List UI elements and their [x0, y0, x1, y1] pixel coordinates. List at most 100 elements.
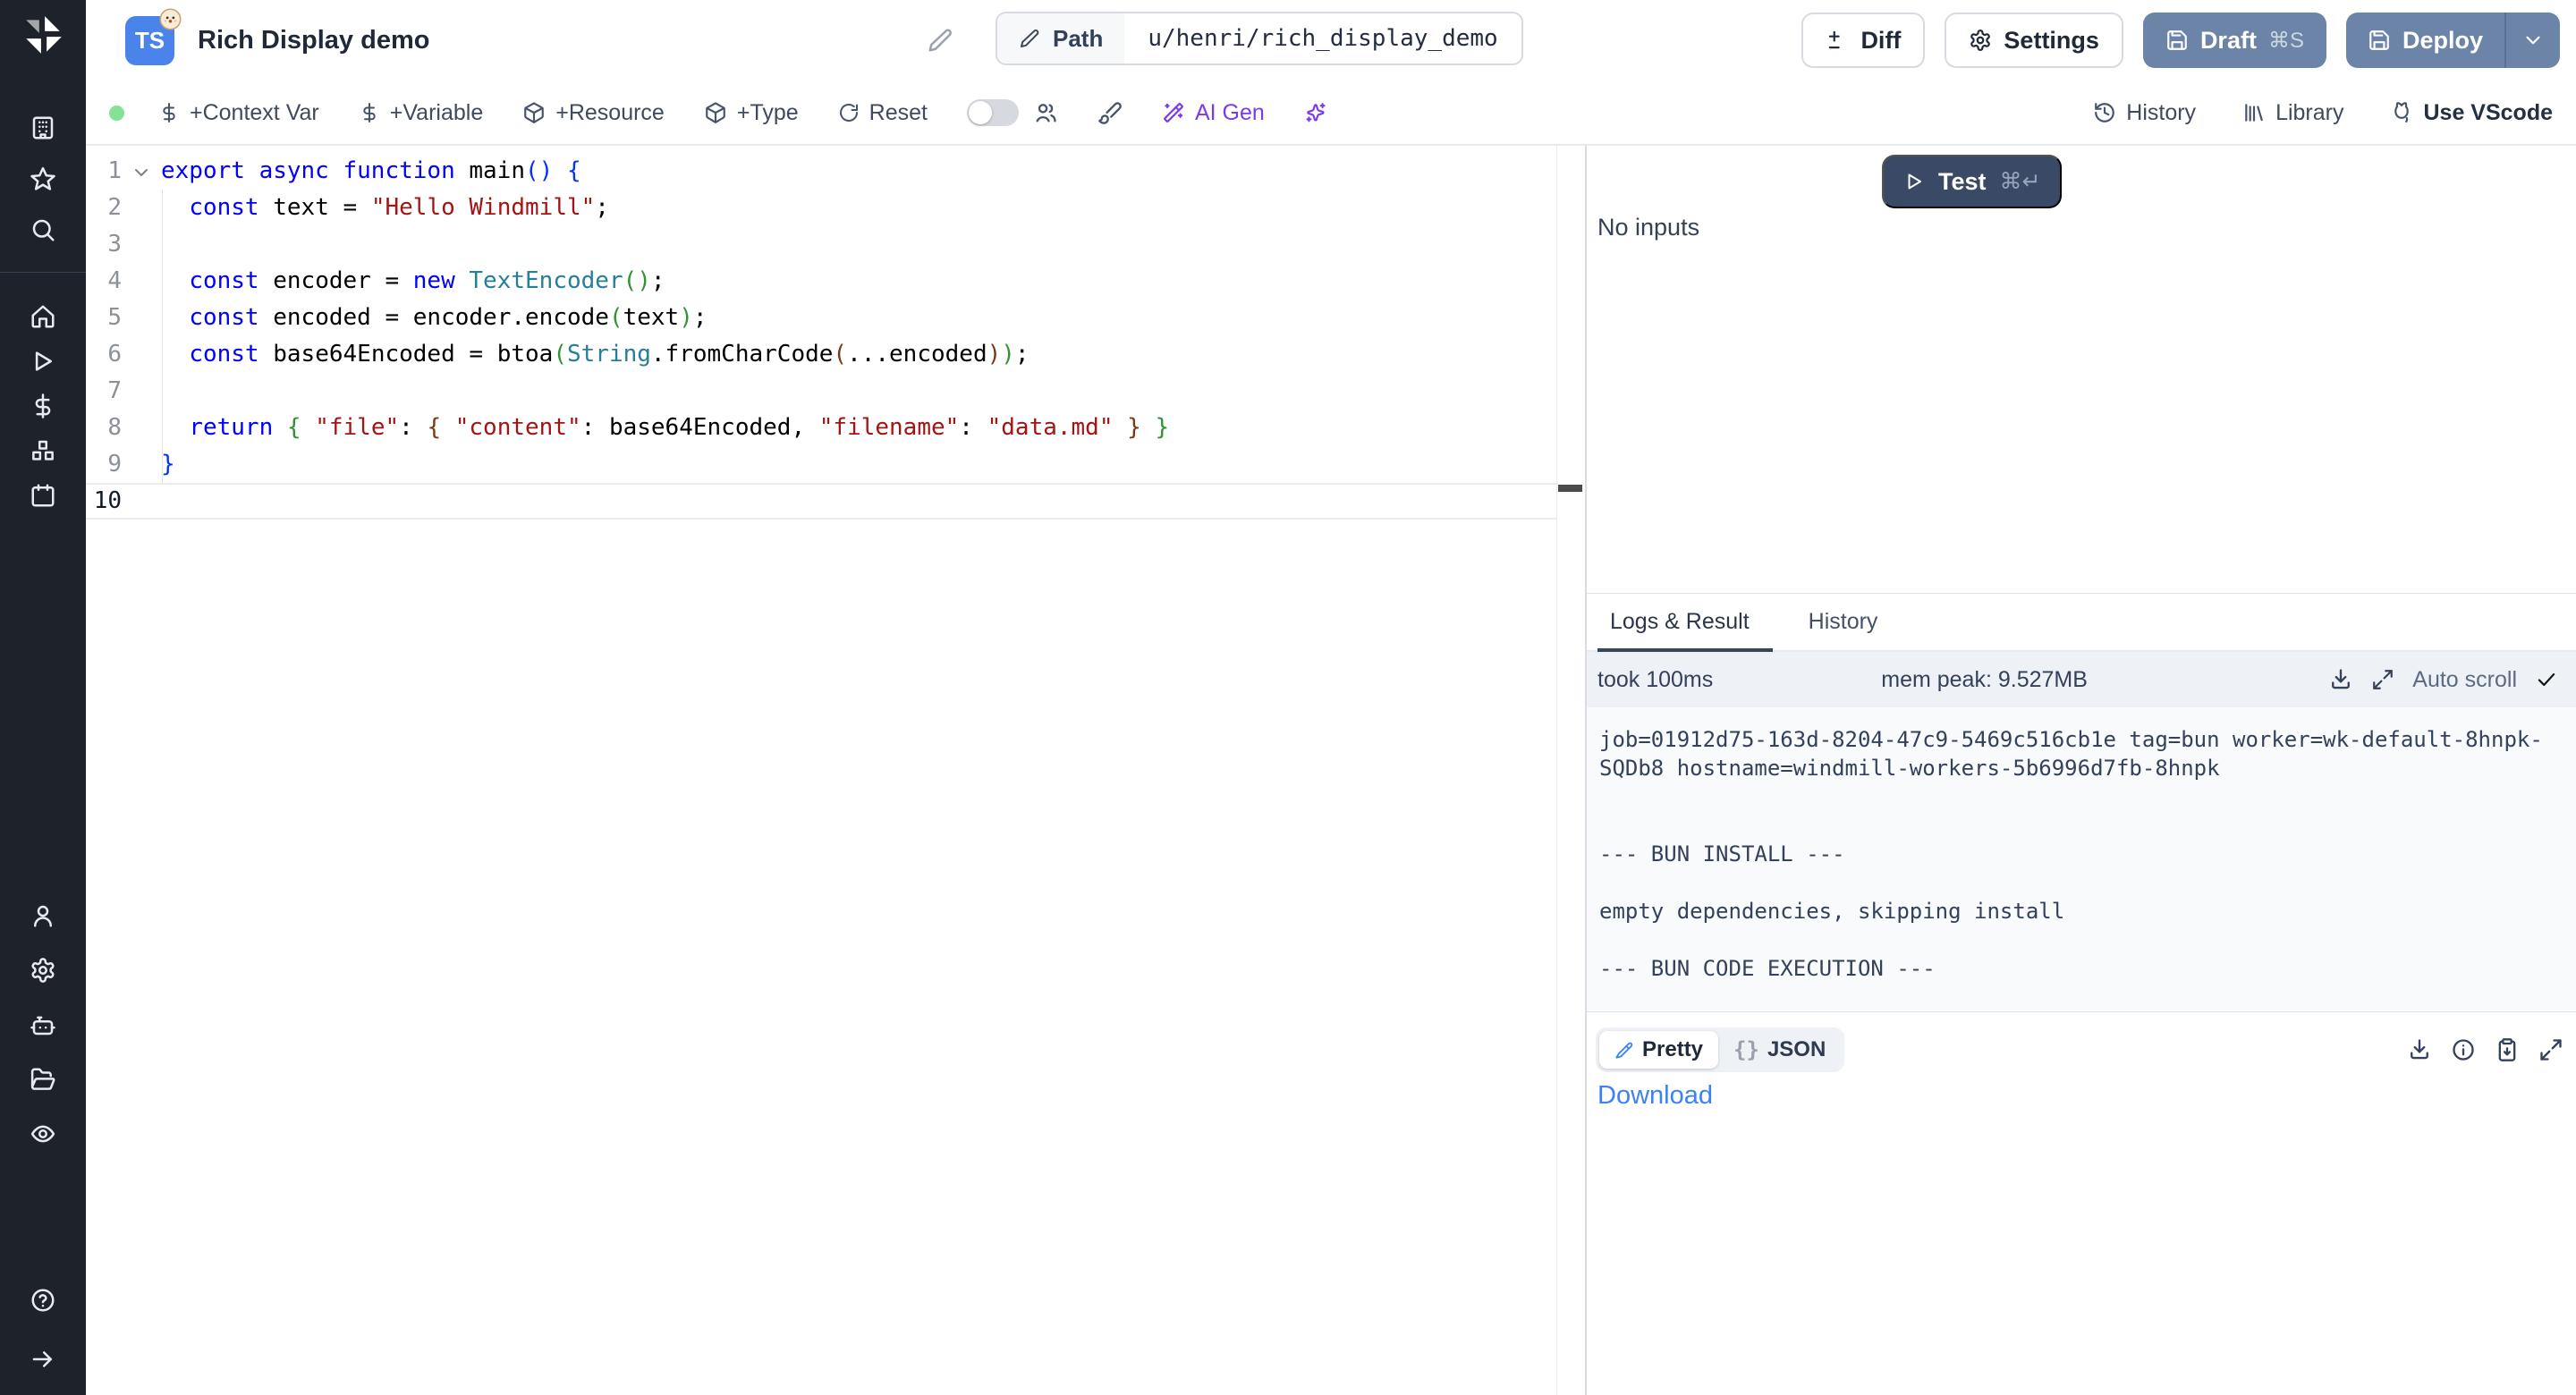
gear-icon[interactable] [30, 957, 56, 984]
code-line[interactable]: const encoder = new TextEncoder(); [161, 263, 1169, 300]
line-number: 1 [86, 153, 122, 190]
tab-history[interactable]: History [1809, 609, 1878, 635]
line-number: 9 [86, 446, 122, 483]
dollar-icon [158, 102, 180, 123]
pretty-view-button[interactable]: Pretty [1599, 1031, 1718, 1069]
dollar-icon[interactable] [30, 393, 56, 419]
code-line[interactable]: const encoded = encoder.encode(text); [161, 300, 1169, 336]
result-tabs: Logs & Result History [1587, 594, 2576, 652]
type-label: +Type [737, 100, 799, 126]
result-download-link[interactable]: Download [1597, 1081, 1713, 1111]
sidebar-divider [0, 272, 86, 273]
ai-gen-label: AI Gen [1195, 100, 1265, 126]
code-line[interactable]: const text = "Hello Windmill"; [161, 190, 1169, 226]
curly-braces-icon: {} [1733, 1037, 1759, 1062]
user-icon[interactable] [30, 902, 56, 929]
ai-gen-button[interactable]: AI Gen [1162, 100, 1265, 126]
variable-label: +Variable [390, 100, 483, 126]
save-icon [2368, 29, 2391, 52]
deploy-button[interactable]: Deploy [2346, 13, 2504, 68]
editor-scrollbar[interactable] [1556, 146, 1557, 1395]
job-log-output[interactable]: job=01912d75-163d-8204-47c9-5469c516cb1e… [1587, 707, 2576, 1011]
fold-chevron-icon[interactable] [131, 162, 152, 183]
history-clock-icon [2093, 101, 2116, 124]
expand-result-icon[interactable] [2538, 1037, 2563, 1062]
search-icon[interactable] [30, 216, 56, 243]
settings-button[interactable]: Settings [1945, 13, 2123, 68]
code-lines[interactable]: export async function main() { const tex… [161, 153, 1169, 520]
vscode-cat-icon [2390, 101, 2413, 124]
plus-minus-icon [1826, 29, 1849, 52]
editor-toolbar: +Context Var +Variable +Resource +Type R… [86, 81, 2576, 146]
reset-button[interactable]: Reset [838, 100, 928, 126]
boxes-icon[interactable] [30, 437, 56, 464]
play-icon[interactable] [30, 348, 56, 375]
code-line[interactable]: } [161, 446, 1169, 483]
line-number: 7 [86, 373, 122, 410]
diff-button[interactable]: Diff [1801, 13, 1925, 68]
star-icon[interactable] [30, 165, 56, 192]
json-label: JSON [1767, 1037, 1826, 1062]
use-vscode-button[interactable]: Use VScode [2390, 100, 2553, 126]
robot-icon[interactable] [30, 1011, 56, 1038]
json-view-button[interactable]: {} JSON [1718, 1031, 1841, 1069]
help-icon[interactable] [30, 1287, 56, 1314]
download-result-icon[interactable] [2407, 1037, 2432, 1062]
code-line[interactable] [161, 483, 1169, 520]
add-type-button[interactable]: +Type [704, 100, 799, 126]
deploy-dropdown-button[interactable] [2504, 13, 2560, 68]
sidebar-group-top [30, 114, 56, 243]
ai-sparkles-button[interactable] [1304, 101, 1327, 124]
tab-logs-result[interactable]: Logs & Result [1610, 609, 1750, 635]
history-button[interactable]: History [2093, 100, 2196, 126]
typescript-language-badge[interactable]: TS [125, 16, 174, 65]
auto-scroll-label[interactable]: Auto scroll [2412, 667, 2517, 693]
checkmark-icon[interactable] [2535, 668, 2558, 691]
code-line[interactable]: return { "file": { "content": base64Enco… [161, 410, 1169, 446]
draft-save-button[interactable]: Draft ⌘S [2143, 13, 2326, 68]
download-logs-icon[interactable] [2328, 667, 2353, 692]
add-variable-button[interactable]: +Variable [359, 100, 483, 126]
edit-summary-pencil-icon[interactable] [927, 27, 953, 54]
code-line[interactable] [161, 373, 1169, 410]
code-line[interactable]: const base64Encoded = btoa(String.fromCh… [161, 336, 1169, 373]
script-path-control[interactable]: Path u/henri/rich_display_demo [996, 12, 1523, 65]
code-editor[interactable]: 12345678910 export async function main()… [86, 146, 1585, 1395]
path-label-section[interactable]: Path [997, 13, 1124, 63]
expand-logs-icon[interactable] [2371, 668, 2394, 691]
test-run-button[interactable]: Test ⌘↵ [1882, 155, 2062, 208]
calendar-icon[interactable] [30, 482, 56, 509]
deploy-label: Deploy [2402, 27, 2483, 55]
home-icon[interactable] [30, 303, 56, 330]
line-numbers: 12345678910 [86, 153, 122, 520]
arrow-right-icon[interactable] [30, 1346, 56, 1373]
package-icon [522, 101, 546, 124]
paintbrush-icon [1097, 100, 1123, 125]
line-number: 4 [86, 263, 122, 300]
code-line[interactable]: export async function main() { [161, 153, 1169, 190]
building-icon[interactable] [30, 114, 56, 141]
line-number: 3 [86, 226, 122, 263]
use-vscode-label: Use VScode [2423, 100, 2553, 126]
no-inputs-text: No inputs [1597, 214, 1699, 241]
format-code-button[interactable] [1097, 100, 1123, 125]
windmill-logo-icon[interactable] [21, 13, 65, 57]
pencil-icon [1019, 28, 1040, 49]
clipboard-copy-icon[interactable] [2495, 1037, 2520, 1062]
job-duration: took 100ms [1597, 667, 1713, 693]
magic-wand-icon [1162, 101, 1185, 124]
deploy-split-button: Deploy [2346, 13, 2560, 68]
path-label: Path [1053, 25, 1103, 53]
history-label: History [2126, 100, 2196, 126]
folder-open-icon[interactable] [30, 1066, 56, 1093]
add-resource-button[interactable]: +Resource [522, 100, 665, 126]
line-number: 8 [86, 410, 122, 446]
panel-divider[interactable] [1585, 146, 1587, 1395]
collaboration-toggle[interactable] [967, 99, 1019, 126]
info-icon[interactable] [2451, 1037, 2476, 1062]
library-button[interactable]: Library [2242, 100, 2343, 126]
add-context-var-button[interactable]: +Context Var [158, 100, 319, 126]
diff-label: Diff [1860, 27, 1901, 55]
eye-icon[interactable] [30, 1120, 56, 1147]
code-line[interactable] [161, 226, 1169, 263]
